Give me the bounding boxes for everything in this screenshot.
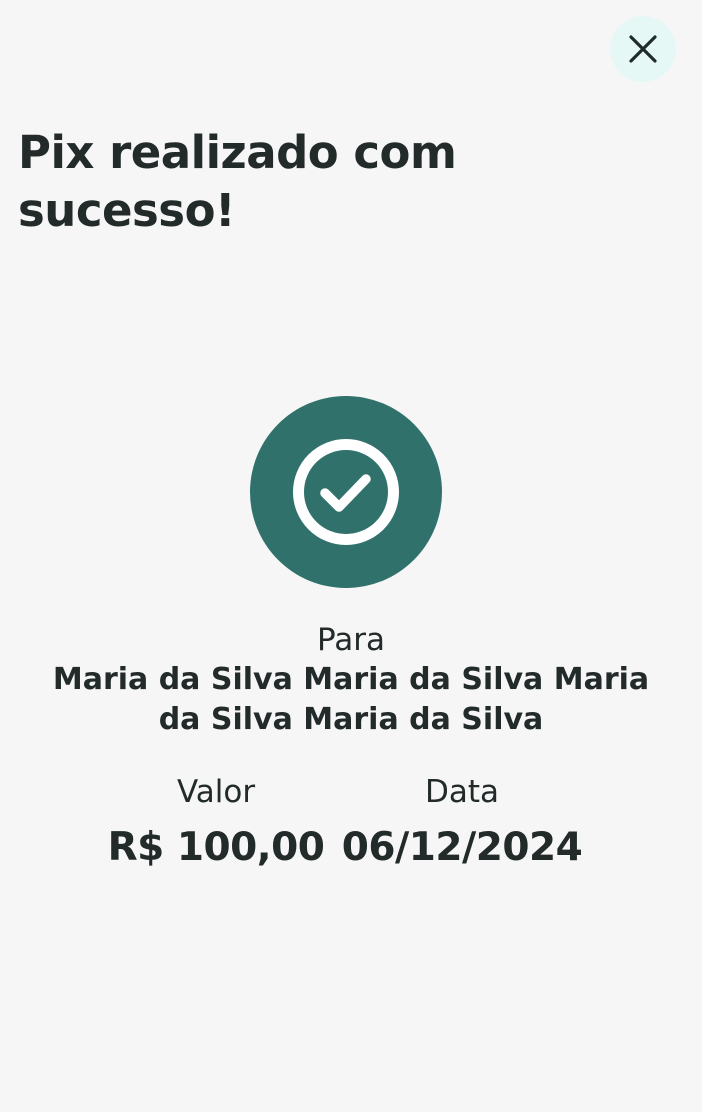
recipient-name: Maria da Silva Maria da Silva Maria da S… <box>52 662 650 737</box>
page-title: Pix realizado com sucesso! <box>18 126 457 237</box>
amount-label: Valor <box>176 774 256 810</box>
amount-section: Valor R$ 100,00 <box>96 770 336 876</box>
check-circle-icon <box>292 438 400 546</box>
success-badge <box>250 396 442 588</box>
close-icon <box>627 33 659 65</box>
date-value: 06/12/2024 <box>341 825 583 870</box>
amount-value: R$ 100,00 <box>107 825 325 870</box>
close-button[interactable] <box>610 16 676 82</box>
date-section: Data 06/12/2024 <box>336 770 588 876</box>
date-label: Data <box>424 774 500 810</box>
recipient-label: Para <box>316 622 386 658</box>
